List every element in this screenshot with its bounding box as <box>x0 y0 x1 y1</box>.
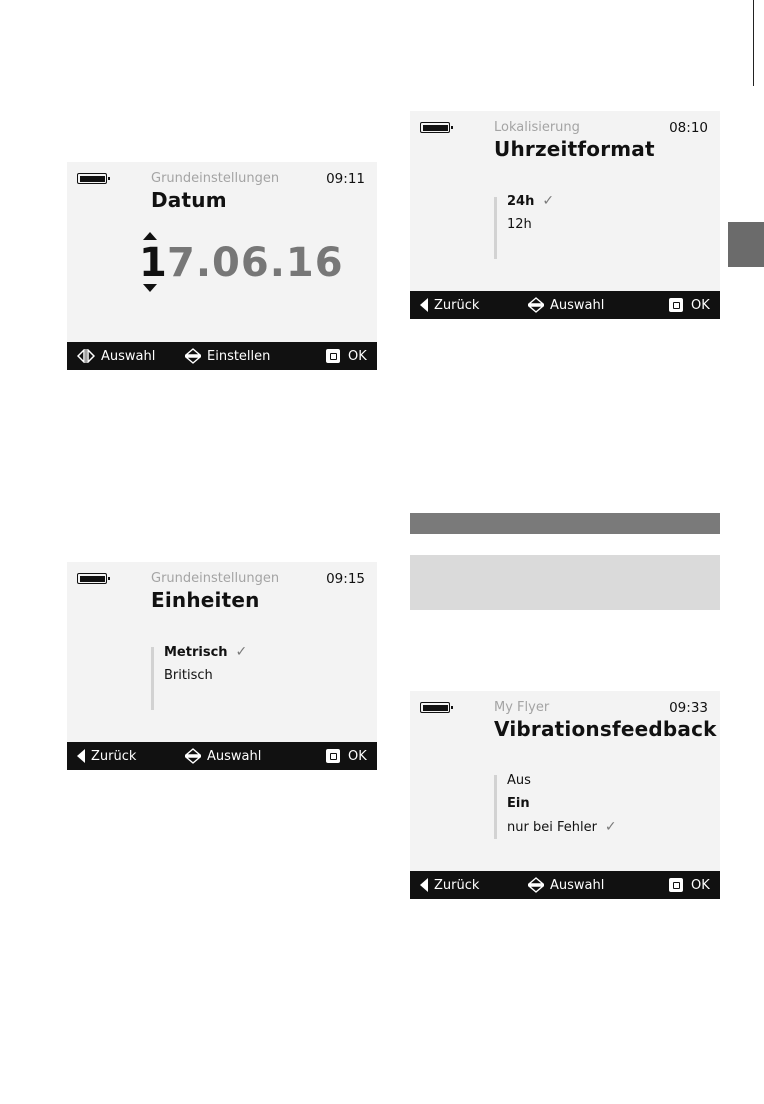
footer-right-label: OK <box>348 348 367 364</box>
screen-title: Einheiten <box>151 588 260 612</box>
footer-center-label: Auswahl <box>550 297 605 313</box>
footer-left-action[interactable]: Auswahl <box>77 342 155 370</box>
check-icon: ✓ <box>604 819 617 835</box>
option-ein[interactable]: Ein <box>507 796 530 811</box>
ok-button-icon <box>326 749 340 763</box>
page-edge-line <box>753 0 754 86</box>
date-value: 7.06.16 <box>167 240 344 286</box>
footer-right-label: OK <box>348 748 367 764</box>
footer-back-action[interactable]: Zurück <box>77 742 136 770</box>
footer-bar: Zurück Auswahl OK <box>410 871 720 899</box>
option-label: Britisch <box>164 668 213 683</box>
screen-time: 09:11 <box>326 171 365 187</box>
back-triangle-icon <box>77 749 85 763</box>
option-aus[interactable]: Aus <box>507 773 531 788</box>
back-triangle-icon <box>420 298 428 312</box>
screen-time: 09:15 <box>326 571 365 587</box>
footer-left-label: Auswahl <box>101 348 156 364</box>
screen-uhrzeitformat: Lokalisierung 08:10 Uhrzeitformat 24h ✓ 1… <box>410 111 720 319</box>
footer-right-label: OK <box>691 877 710 893</box>
option-label: 24h <box>507 194 535 209</box>
battery-icon <box>77 173 110 184</box>
footer-left-label: Zurück <box>434 297 480 313</box>
footer-center-label: Auswahl <box>550 877 605 893</box>
back-triangle-icon <box>420 878 428 892</box>
footer-ok-action[interactable]: OK <box>326 342 367 370</box>
ok-button-icon <box>326 349 340 363</box>
footer-back-action[interactable]: Zurück <box>420 291 479 319</box>
up-down-arrows-icon <box>185 748 201 764</box>
up-down-arrows-icon <box>528 297 544 313</box>
footer-bar: Zurück Auswahl OK <box>410 291 720 319</box>
arrow-up-icon[interactable] <box>143 232 157 240</box>
options-bar <box>494 775 497 839</box>
option-metrisch[interactable]: Metrisch ✓ <box>164 644 247 660</box>
options-bar <box>151 647 154 710</box>
check-icon: ✓ <box>235 644 248 660</box>
screen-context: My Flyer <box>494 700 550 715</box>
option-britisch[interactable]: Britisch <box>164 668 213 683</box>
option-label: nur bei Fehler <box>507 820 597 835</box>
note-box <box>410 555 720 610</box>
screen-title: Datum <box>151 188 227 212</box>
date-active-digit[interactable]: 1 <box>139 240 168 286</box>
footer-left-label: Zurück <box>434 877 480 893</box>
battery-icon <box>420 122 453 133</box>
screen-datum: Grundeinstellungen 09:11 Datum 1 7.06.16… <box>67 162 377 370</box>
option-label: 12h <box>507 217 532 232</box>
options-bar <box>494 197 497 259</box>
footer-right-label: OK <box>691 297 710 313</box>
ok-button-icon <box>669 878 683 892</box>
footer-left-label: Zurück <box>91 748 137 764</box>
footer-ok-action[interactable]: OK <box>669 291 710 319</box>
footer-center-action[interactable]: Auswahl <box>528 291 604 319</box>
screen-context: Grundeinstellungen <box>151 171 280 186</box>
screen-vibrationsfeedback: My Flyer 09:33 Vibrationsfeedback Aus Ei… <box>410 691 720 899</box>
footer-center-label: Einstellen <box>207 348 271 364</box>
screen-time: 09:33 <box>669 700 708 716</box>
option-nur-bei-fehler[interactable]: nur bei Fehler ✓ <box>507 819 617 835</box>
footer-center-label: Auswahl <box>207 748 262 764</box>
ok-button-icon <box>669 298 683 312</box>
option-label: Metrisch <box>164 645 228 660</box>
check-icon: ✓ <box>542 193 555 209</box>
left-right-arrows-icon <box>77 349 95 363</box>
footer-bar: Zurück Auswahl OK <box>67 742 377 770</box>
option-24h[interactable]: 24h ✓ <box>507 193 554 209</box>
chapter-tab <box>728 222 764 267</box>
footer-ok-action[interactable]: OK <box>669 871 710 899</box>
screen-title: Vibrationsfeedback <box>494 717 717 741</box>
screen-time: 08:10 <box>669 120 708 136</box>
battery-icon <box>77 573 110 584</box>
footer-bar: Auswahl Einstellen OK <box>67 342 377 370</box>
option-12h[interactable]: 12h <box>507 217 532 232</box>
screen-context: Lokalisierung <box>494 120 580 135</box>
up-down-arrows-icon <box>528 877 544 893</box>
screen-context: Grundeinstellungen <box>151 571 280 586</box>
footer-center-action[interactable]: Auswahl <box>528 871 604 899</box>
screen-einheiten: Grundeinstellungen 09:15 Einheiten Metri… <box>67 562 377 770</box>
option-label: Aus <box>507 773 531 788</box>
option-label: Ein <box>507 796 530 811</box>
battery-icon <box>420 702 453 713</box>
footer-center-action[interactable]: Auswahl <box>185 742 261 770</box>
arrow-down-icon[interactable] <box>143 284 157 292</box>
footer-ok-action[interactable]: OK <box>326 742 367 770</box>
footer-center-action[interactable]: Einstellen <box>185 342 270 370</box>
section-header-bar <box>410 513 720 534</box>
footer-back-action[interactable]: Zurück <box>420 871 479 899</box>
screen-title: Uhrzeitformat <box>494 137 655 161</box>
up-down-arrows-icon <box>185 348 201 364</box>
